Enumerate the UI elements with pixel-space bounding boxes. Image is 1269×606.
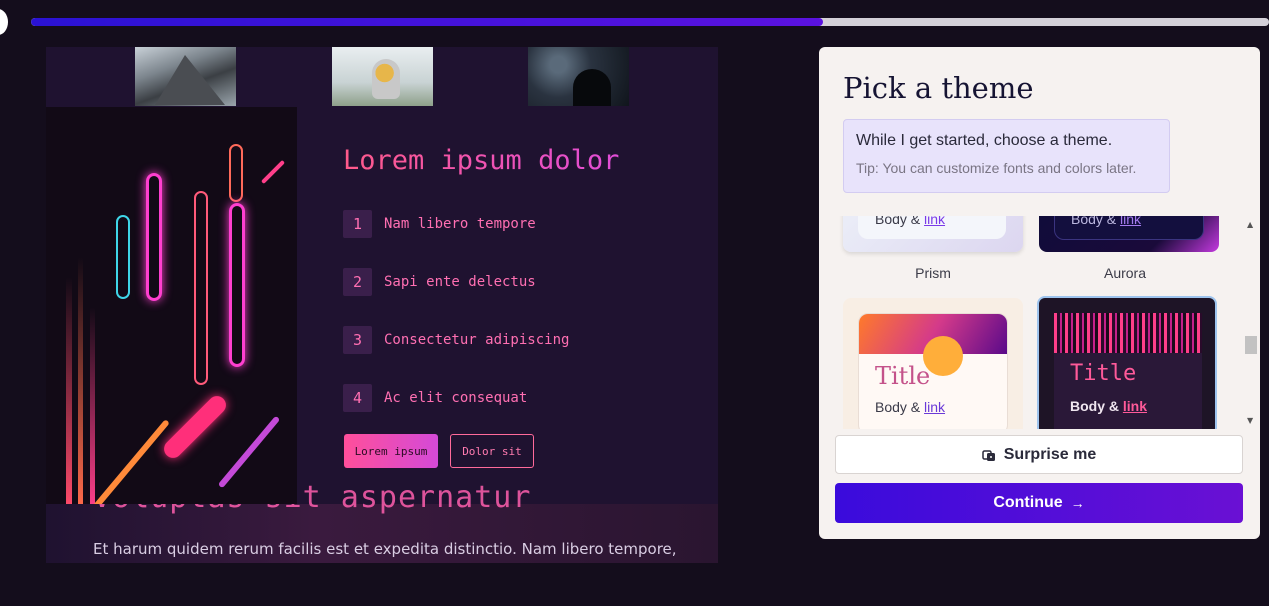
theme-card-prism[interactable]: Body & link	[843, 216, 1023, 252]
progress-fill	[31, 18, 824, 26]
item-number: 3	[343, 326, 372, 354]
card-body-text: Body & link	[875, 216, 946, 227]
item-text: Sapi ente delectus	[384, 274, 536, 290]
theme-list: Body & link Prism Body & link Aurora Tit…	[819, 216, 1245, 429]
astronaut-thumbnail	[332, 47, 433, 106]
item-text: Consectetur adipiscing	[384, 332, 570, 348]
theme-card-sunset[interactable]: Title Body & link	[843, 298, 1023, 429]
scroll-thumb[interactable]	[1245, 336, 1257, 354]
scroll-down-arrow-icon[interactable]: ▼	[1247, 416, 1253, 425]
card-inner: Title Body & link	[1054, 353, 1202, 429]
card-inner: Title Body & link	[858, 313, 1008, 429]
surprise-me-label: Surprise me	[1003, 445, 1097, 463]
card-title: Title	[875, 362, 931, 390]
tip-sub-text: Tip: You can customize fonts and colors …	[856, 160, 1137, 176]
theme-card-aurora[interactable]: Body & link	[1039, 216, 1219, 252]
continue-button[interactable]: Continue →	[835, 483, 1243, 523]
card-body-text: Body & link	[1071, 216, 1142, 227]
scroll-up-arrow-icon[interactable]: ▲	[1247, 220, 1253, 229]
theme-name-prism[interactable]: Prism	[843, 265, 1023, 281]
theme-list-scrollbar[interactable]: ▲ ▼	[1243, 216, 1260, 429]
card-body-text: Body & link	[875, 399, 946, 415]
item-text: Nam libero tempore	[384, 216, 536, 232]
night-sky-thumbnail	[528, 47, 629, 106]
tip-box: While I get started, choose a theme. Tip…	[843, 119, 1170, 193]
card-header-image	[859, 314, 1007, 376]
card-inner: Body & link	[1054, 216, 1204, 240]
tip-main-text: While I get started, choose a theme.	[856, 132, 1113, 149]
continue-label: Continue	[993, 494, 1063, 511]
surprise-me-button[interactable]: Surprise me	[835, 435, 1243, 474]
progress-bar	[31, 18, 1269, 26]
neon-image	[46, 107, 297, 504]
theme-preview: Voluptas sit aspernatur Et harum quidem …	[46, 47, 718, 563]
list-item: 2 Sapi ente delectus	[343, 268, 536, 296]
card-header-image	[1054, 313, 1202, 353]
item-number: 4	[343, 384, 372, 412]
card-title: Title	[1070, 361, 1137, 386]
arrow-right-icon: →	[1070, 495, 1085, 511]
preview-outline-button: Dolor sit	[450, 434, 534, 468]
theme-name-aurora[interactable]: Aurora	[1035, 265, 1215, 281]
preview-heading: Lorem ipsum dolor	[343, 145, 620, 176]
panel-title: Pick a theme	[843, 71, 1034, 105]
item-text: Ac elit consequat	[384, 390, 528, 406]
card-body-text: Body & link	[1070, 398, 1148, 414]
preview-paragraph: Et harum quidem rerum facilis est et exp…	[93, 540, 677, 558]
list-item: 3 Consectetur adipiscing	[343, 326, 569, 354]
back-circle-icon[interactable]	[0, 9, 8, 35]
mountain-thumbnail	[135, 47, 236, 106]
item-number: 2	[343, 268, 372, 296]
list-item: 4 Ac elit consequat	[343, 384, 527, 412]
card-inner: Body & link	[858, 216, 1006, 239]
theme-card-neon-selected[interactable]: Title Body & link	[1037, 296, 1217, 429]
dice-icon	[982, 448, 996, 462]
list-item: 1 Nam libero tempore	[343, 210, 536, 238]
theme-picker-panel: Pick a theme While I get started, choose…	[819, 47, 1260, 539]
item-number: 1	[343, 210, 372, 238]
preview-primary-button: Lorem ipsum	[344, 434, 438, 468]
